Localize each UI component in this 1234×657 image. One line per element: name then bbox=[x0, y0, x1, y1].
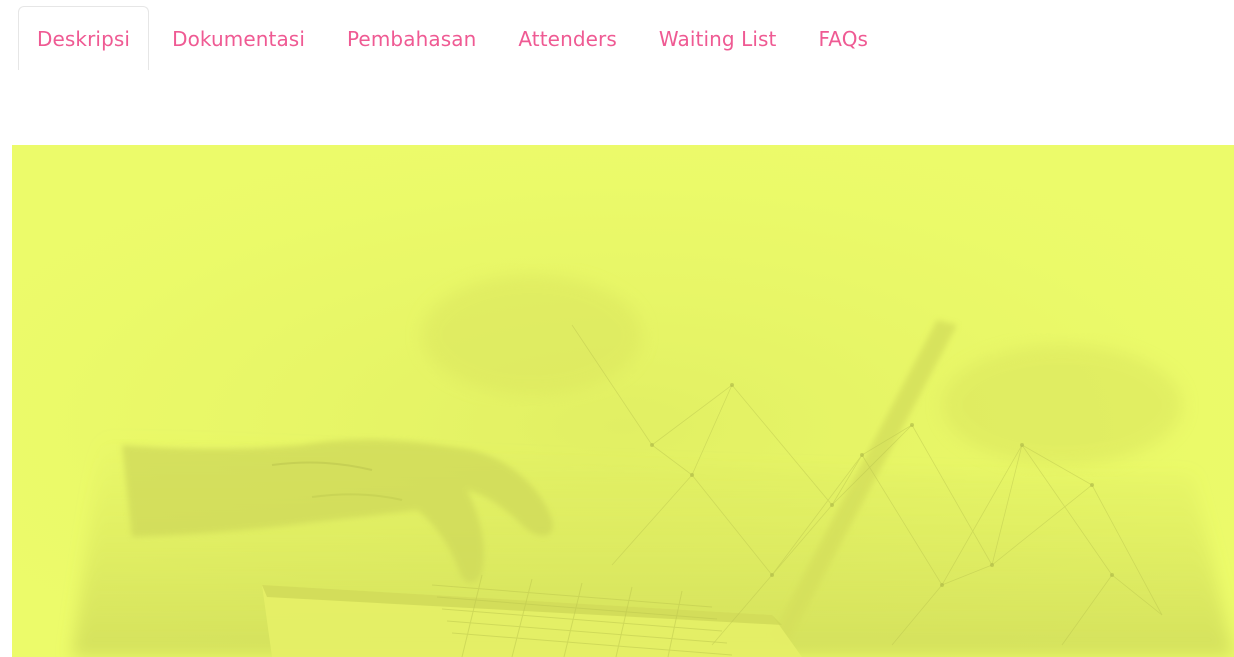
tab-bar: Deskripsi Dokumentasi Pembahasan Attende… bbox=[18, 6, 887, 70]
tab-attenders[interactable]: Attenders bbox=[499, 6, 636, 70]
tab-faqs[interactable]: FAQs bbox=[800, 6, 888, 70]
laptop-typing-hand-network-lines-icon bbox=[12, 145, 1234, 657]
tab-pembahasan[interactable]: Pembahasan bbox=[328, 6, 495, 70]
tab-dokumentasi[interactable]: Dokumentasi bbox=[153, 6, 324, 70]
tab-waiting-list[interactable]: Waiting List bbox=[640, 6, 796, 70]
tab-deskripsi[interactable]: Deskripsi bbox=[18, 6, 150, 70]
page: Deskripsi Dokumentasi Pembahasan Attende… bbox=[0, 0, 1234, 657]
hero-banner-image bbox=[12, 145, 1234, 657]
